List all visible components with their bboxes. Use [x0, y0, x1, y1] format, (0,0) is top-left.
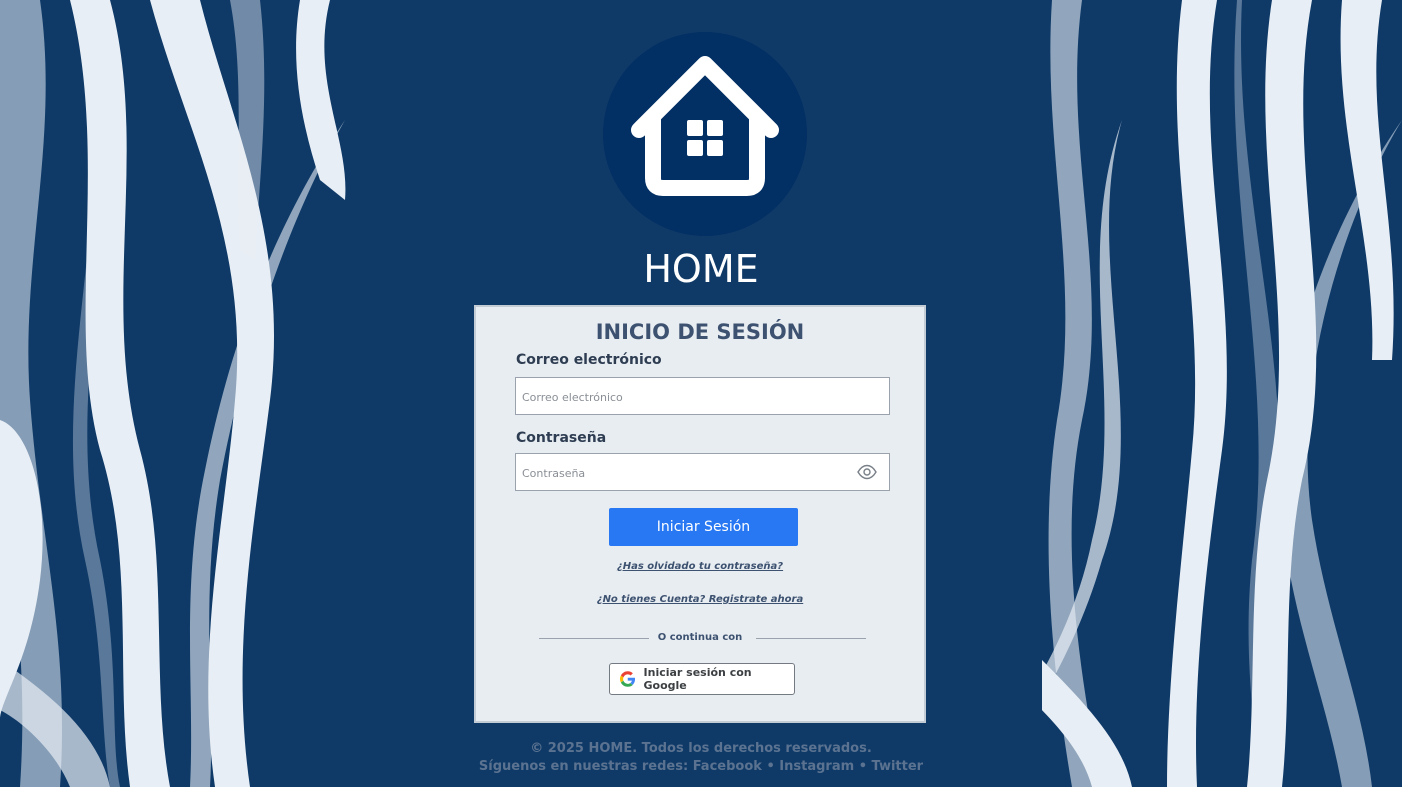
footer-separator: •: [858, 759, 867, 774]
password-label: Contraseña: [516, 430, 607, 446]
footer-social-prefix: Síguenos en nuestras redes:: [478, 759, 689, 774]
footer-social: Síguenos en nuestras redes: Facebook • I…: [0, 759, 1402, 774]
instagram-link[interactable]: Instagram: [779, 759, 854, 774]
login-button[interactable]: Iniciar Sesión: [609, 508, 798, 546]
email-label: Correo electrónico: [516, 352, 662, 368]
twitter-link[interactable]: Twitter: [872, 759, 924, 774]
google-button-label: Iniciar sesión con Google: [643, 666, 752, 692]
login-card: INICIO DE SESIÓN Correo electrónico Cont…: [474, 305, 926, 723]
email-field[interactable]: [516, 378, 848, 416]
login-title: INICIO DE SESIÓN: [595, 320, 805, 344]
house-icon: [631, 56, 779, 196]
password-field-box: [515, 453, 890, 492]
footer-copyright: © 2025 HOME. Todos los derechos reservad…: [530, 741, 872, 756]
register-link[interactable]: ¿No tienes Cuenta? Registrate ahora: [476, 594, 924, 605]
facebook-link[interactable]: Facebook: [693, 759, 762, 774]
divider-line-right: [756, 638, 866, 639]
google-signin-button[interactable]: Iniciar sesión con Google: [609, 663, 795, 695]
forgot-password-link[interactable]: ¿Has olvidado tu contraseña?: [476, 561, 924, 572]
brand-title: HOME: [643, 247, 759, 291]
wave-decoration-right: [1042, 0, 1402, 787]
wave-decoration-left: [0, 0, 346, 787]
google-icon: [620, 671, 636, 687]
logo-circle: [603, 32, 807, 236]
eye-icon[interactable]: [857, 464, 877, 480]
password-field[interactable]: [516, 454, 848, 492]
footer-separator: •: [766, 759, 775, 774]
login-page: HOME INICIO DE SESIÓN Correo electrónico…: [0, 0, 1402, 787]
email-field-box: [515, 377, 890, 416]
